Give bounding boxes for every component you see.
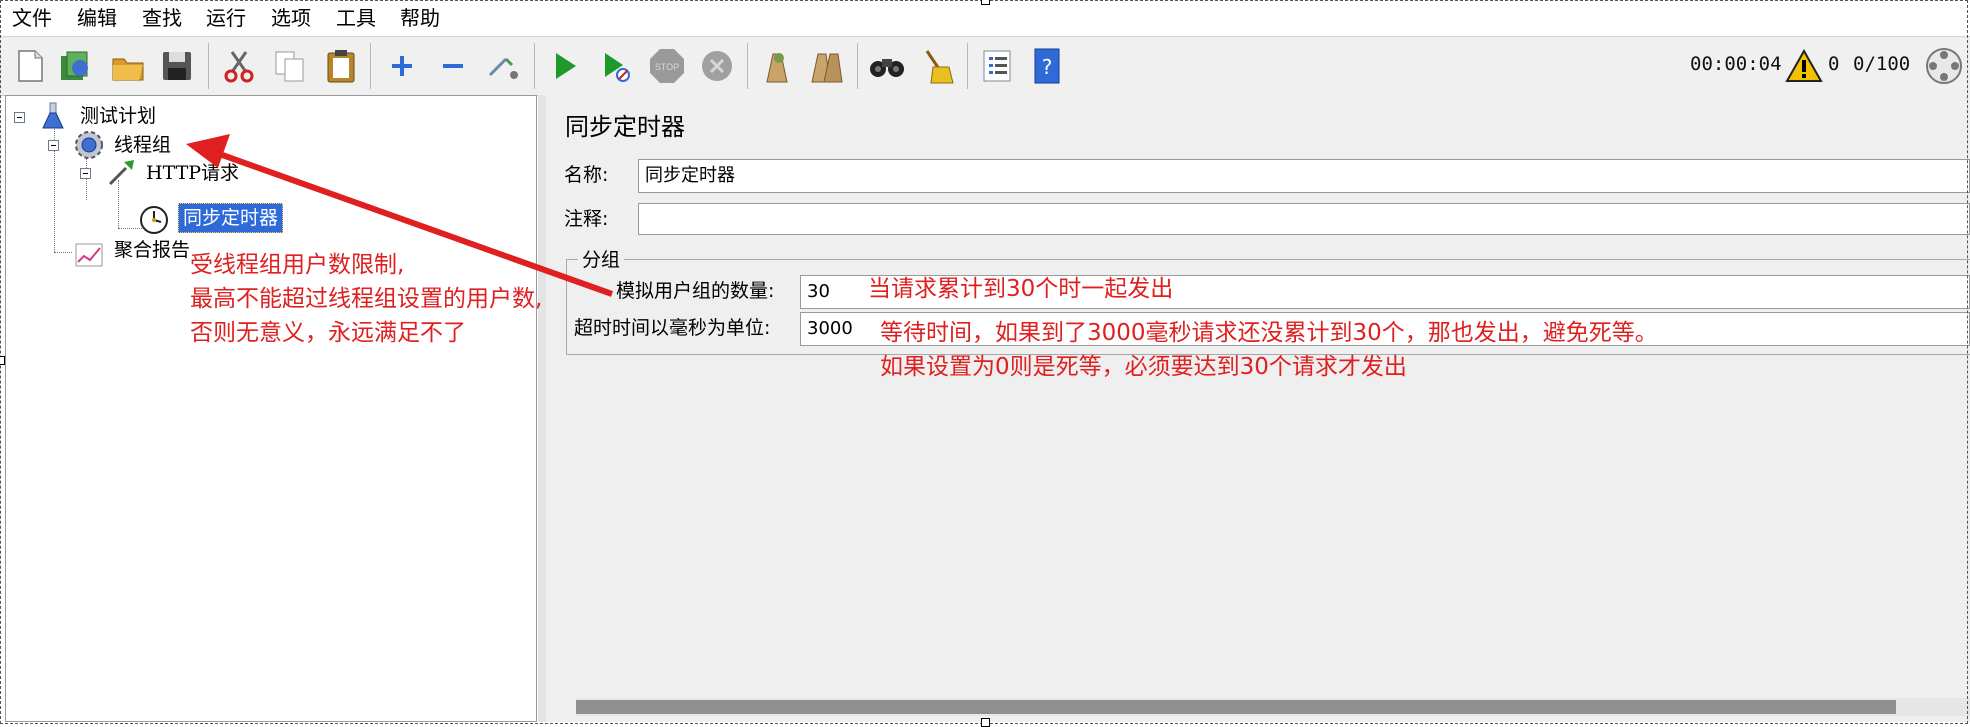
tree-node-aggregate-report[interactable]: 聚合报告 xyxy=(114,238,190,262)
start-icon[interactable] xyxy=(545,46,585,86)
sync-timer-panel: 同步定时器 名称: 同步定时器 注释: 分组 模拟用户组的数量: 30 超时时间… xyxy=(546,95,1970,722)
start-no-pause-icon[interactable] xyxy=(596,46,636,86)
sampler-icon xyxy=(106,156,138,192)
split-pane-divider[interactable] xyxy=(538,95,546,722)
toggle-test-plan[interactable] xyxy=(14,112,25,123)
function-helper-icon[interactable] xyxy=(977,46,1017,86)
save-icon[interactable] xyxy=(157,46,197,86)
timer-icon xyxy=(138,204,170,240)
toggle-thread-group[interactable] xyxy=(48,140,59,151)
templates-icon[interactable] xyxy=(56,46,96,86)
running-status-icon xyxy=(1924,46,1964,86)
annotation-timeout-1: 等待时间，如果到了3000毫秒请求还没累计到30个，那也发出，避免死等。 xyxy=(880,320,1658,346)
cut-icon[interactable] xyxy=(219,46,259,86)
toggle-icon[interactable] xyxy=(484,46,524,86)
active-threads: 0/100 xyxy=(1853,53,1911,75)
menu-run[interactable]: 运行 xyxy=(206,6,246,30)
test-plan-tree: 测试计划 线程组 HTTP请求 同步定时器 聚合报告 xyxy=(5,95,537,722)
comment-field[interactable] xyxy=(638,203,1970,235)
svg-text:?: ? xyxy=(1042,55,1053,79)
annotation-thread-limit-2: 最高不能超过线程组设置的用户数, xyxy=(190,286,543,312)
svg-text:STOP: STOP xyxy=(655,62,679,72)
scrollbar-thumb[interactable] xyxy=(576,700,1896,714)
paste-icon[interactable] xyxy=(321,46,361,86)
annotation-thread-limit-1: 受线程组用户数限制, xyxy=(190,252,405,278)
collapse-icon[interactable] xyxy=(433,46,473,86)
chart-icon xyxy=(74,240,104,272)
name-field[interactable]: 同步定时器 xyxy=(638,159,1970,193)
toggle-http-request[interactable] xyxy=(80,168,91,179)
shutdown-icon[interactable] xyxy=(697,46,737,86)
users-label: 模拟用户组的数量: xyxy=(616,280,775,302)
toolbar: STOP ? 00:00:04 0 0/100 xyxy=(0,37,1970,96)
menu-help[interactable]: 帮助 xyxy=(400,6,440,30)
grouping-legend: 分组 xyxy=(578,248,625,272)
name-label: 名称: xyxy=(564,164,609,186)
comment-label: 注释: xyxy=(564,208,609,230)
tree-node-thread-group[interactable]: 线程组 xyxy=(114,133,171,157)
menu-file[interactable]: 文件 xyxy=(12,6,52,30)
open-icon[interactable] xyxy=(108,46,148,86)
resize-handle-top[interactable] xyxy=(981,0,990,5)
annotation-timeout-2: 如果设置为0则是死等，必须要达到30个请求才发出 xyxy=(880,354,1407,380)
menu-options[interactable]: 选项 xyxy=(271,6,311,30)
tree-node-http-request[interactable]: HTTP请求 xyxy=(146,161,239,185)
page-title: 同步定时器 xyxy=(565,113,685,141)
copy-icon[interactable] xyxy=(270,46,310,86)
warning-count: 0 xyxy=(1828,53,1840,75)
horizontal-scrollbar[interactable] xyxy=(576,698,1970,716)
search-icon[interactable] xyxy=(867,46,907,86)
elapsed-time: 00:00:04 xyxy=(1690,53,1782,75)
flask-icon xyxy=(41,101,65,135)
help-icon[interactable]: ? xyxy=(1027,46,1067,86)
warning-icon[interactable] xyxy=(1784,46,1824,86)
menu-edit[interactable]: 编辑 xyxy=(77,6,117,30)
annotation-users-note: 当请求累计到30个时一起发出 xyxy=(868,276,1174,302)
expand-icon[interactable] xyxy=(382,46,422,86)
new-icon[interactable] xyxy=(10,46,50,86)
stop-icon[interactable]: STOP xyxy=(647,46,687,86)
resize-handle-left[interactable] xyxy=(0,356,5,365)
clear-all-icon[interactable] xyxy=(807,46,847,86)
tree-node-test-plan[interactable]: 测试计划 xyxy=(80,104,156,128)
annotation-thread-limit-3: 否则无意义，永远满足不了 xyxy=(190,320,466,346)
gear-icon xyxy=(72,128,106,166)
timeout-label: 超时时间以毫秒为单位: xyxy=(574,317,771,339)
menu-tools[interactable]: 工具 xyxy=(336,6,376,30)
menu-bar: 文件 编辑 查找 运行 选项 工具 帮助 xyxy=(0,0,1970,37)
reset-search-icon[interactable] xyxy=(917,46,957,86)
clear-icon[interactable] xyxy=(757,46,797,86)
menu-search[interactable]: 查找 xyxy=(142,6,182,30)
tree-node-sync-timer[interactable]: 同步定时器 xyxy=(178,203,284,233)
